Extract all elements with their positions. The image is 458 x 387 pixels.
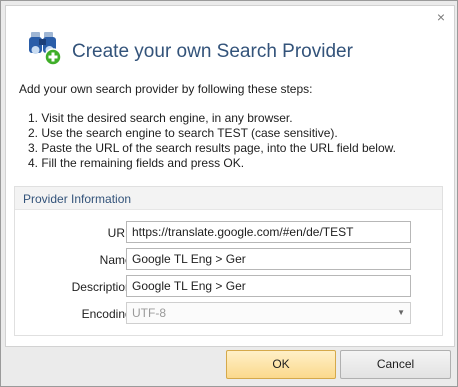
chevron-down-icon: ▼ xyxy=(397,308,405,317)
dialog-window: × Create your own Search Provider Add yo… xyxy=(0,0,458,387)
description-field[interactable]: Google TL Eng > Ger xyxy=(126,275,411,297)
step-item: 1. Visit the desired search engine, in a… xyxy=(28,111,293,125)
ok-button[interactable]: OK xyxy=(226,350,336,379)
step-item: 4. Fill the remaining fields and press O… xyxy=(28,156,245,170)
provider-information-group: Provider Information URL: https://transl… xyxy=(14,186,443,336)
step-item: 3. Paste the URL of the search results p… xyxy=(28,141,396,155)
cancel-button[interactable]: Cancel xyxy=(340,350,451,379)
name-field[interactable]: Google TL Eng > Ger xyxy=(126,248,411,270)
group-header: Provider Information xyxy=(15,187,442,210)
encoding-row: Encoding: UTF-8 ▼ xyxy=(15,302,442,326)
dialog-title: Create your own Search Provider xyxy=(72,41,353,62)
intro-text: Add your own search provider by followin… xyxy=(19,82,313,96)
group-title: Provider Information xyxy=(23,192,132,206)
name-row: Name: Google TL Eng > Ger xyxy=(15,248,442,272)
url-field[interactable]: https://translate.google.com/#en/de/TEST xyxy=(126,221,411,243)
description-row: Description: Google TL Eng > Ger xyxy=(15,275,442,299)
url-row: URL: https://translate.google.com/#en/de… xyxy=(15,221,442,245)
steps-list: 1. Visit the desired search engine, in a… xyxy=(28,111,396,171)
binoculars-add-icon xyxy=(29,32,62,66)
encoding-select[interactable]: UTF-8 ▼ xyxy=(126,302,411,324)
close-icon[interactable]: × xyxy=(434,10,448,24)
encoding-value: UTF-8 xyxy=(132,306,166,320)
step-item: 2. Use the search engine to search TEST … xyxy=(28,126,338,140)
